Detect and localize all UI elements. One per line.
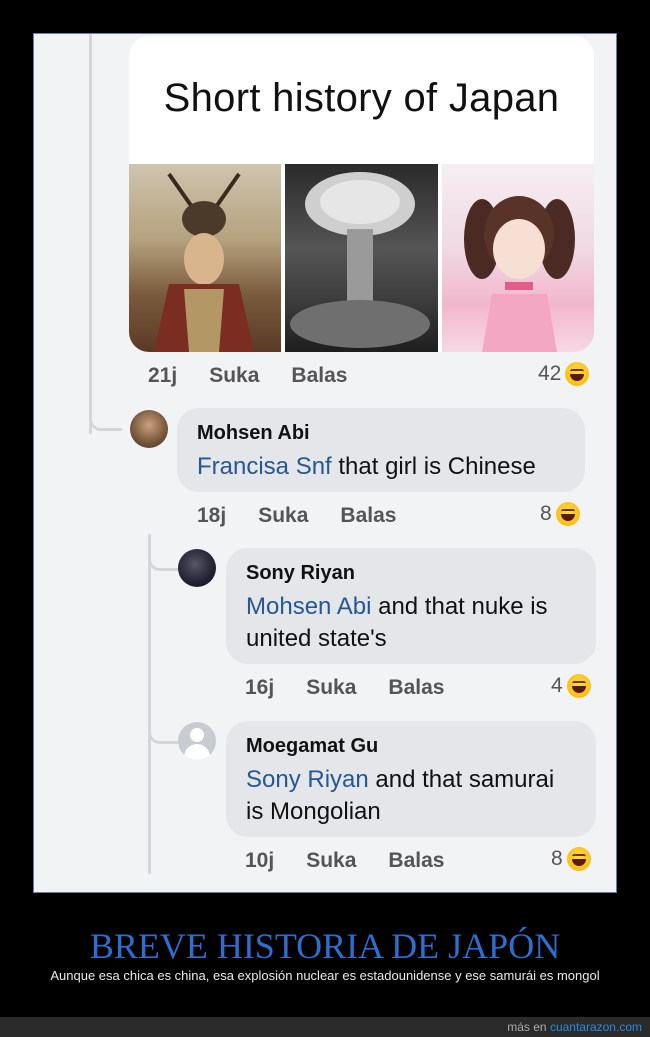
like-button[interactable]: Suka: [209, 364, 259, 388]
default-avatar-body: [184, 744, 210, 760]
comment-reactions[interactable]: 4: [551, 674, 591, 698]
thread-connector: [148, 719, 181, 744]
site-link[interactable]: cuantarazon.com: [550, 1020, 642, 1034]
avatar[interactable]: [178, 549, 216, 587]
post-image-panels: [129, 164, 594, 352]
post-actions: 21j Suka Balas: [148, 364, 379, 388]
comment-actions: 16j Suka Balas: [245, 676, 476, 700]
mushroom-cloud-image: [285, 164, 438, 352]
comment-text: Francisa Snf that girl is Chinese: [197, 451, 565, 483]
laugh-reaction-icon: [565, 362, 590, 386]
post-time: 21j: [148, 364, 178, 387]
comment-reactions[interactable]: 8: [551, 847, 591, 871]
like-button[interactable]: Suka: [306, 849, 356, 873]
comment-reactions[interactable]: 8: [540, 502, 580, 526]
laugh-reaction-icon: [566, 674, 591, 698]
comment-bubble: Sony Riyan Mohsen Abi and that nuke is u…: [226, 548, 596, 664]
thread-connector: [148, 546, 181, 571]
post-image-card[interactable]: Short history of Japan: [129, 36, 594, 352]
comment-time: 16j: [245, 676, 275, 699]
mention-link[interactable]: Francisa Snf: [197, 453, 332, 480]
comment-bubble: Moegamat Gu Sony Riyan and that samurai …: [226, 721, 596, 837]
footer-prefix: más en: [507, 1020, 547, 1034]
reaction-count: 42: [538, 362, 562, 385]
comment-time: 18j: [197, 504, 227, 527]
avatar[interactable]: [130, 410, 168, 448]
avatar[interactable]: [178, 722, 216, 760]
post-image-title: Short history of Japan: [163, 76, 560, 120]
post-reactions[interactable]: 42: [538, 362, 590, 386]
comment-actions: 10j Suka Balas: [245, 849, 476, 873]
thread-connector: [89, 406, 122, 431]
commenter-name[interactable]: Sony Riyan: [246, 562, 576, 585]
footer-credit: más en cuantarazon.com: [507, 1020, 642, 1034]
like-button[interactable]: Suka: [258, 504, 308, 528]
samurai-image: [129, 164, 282, 352]
reply-button[interactable]: Balas: [340, 504, 396, 528]
comment-actions: 18j Suka Balas: [197, 504, 428, 528]
thread-line: [148, 534, 151, 874]
cosplay-girl-image: [441, 164, 594, 352]
comment-text: Sony Riyan and that samurai is Mongolian: [246, 764, 576, 828]
reply-button[interactable]: Balas: [291, 364, 347, 388]
commenter-name[interactable]: Mohsen Abi: [197, 422, 565, 445]
default-avatar-icon: [190, 728, 204, 742]
thread-line: [89, 34, 92, 434]
reaction-count: 8: [551, 847, 563, 870]
comment-time: 10j: [245, 849, 275, 872]
reaction-count: 4: [551, 674, 563, 697]
laugh-reaction-icon: [555, 502, 580, 526]
caption-title: BREVE HISTORIA DE JAPÓN: [89, 926, 561, 966]
commenter-name[interactable]: Moegamat Gu: [246, 735, 576, 758]
reply-button[interactable]: Balas: [388, 676, 444, 700]
mention-link[interactable]: Mohsen Abi: [246, 593, 371, 620]
comment-body: that girl is Chinese: [331, 453, 536, 480]
mention-link[interactable]: Sony Riyan: [246, 766, 369, 793]
like-button[interactable]: Suka: [306, 676, 356, 700]
screenshot-frame: Short history of Japan 21j Suka Balas 42…: [33, 33, 617, 893]
laugh-reaction-icon: [566, 847, 591, 871]
reaction-count: 8: [540, 502, 552, 525]
comment-text: Mohsen Abi and that nuke is united state…: [246, 591, 576, 655]
comment-bubble: Mohsen Abi Francisa Snf that girl is Chi…: [177, 408, 585, 492]
reply-button[interactable]: Balas: [388, 849, 444, 873]
caption-subtitle: Aunque esa chica es china, esa explosión…: [50, 968, 600, 983]
